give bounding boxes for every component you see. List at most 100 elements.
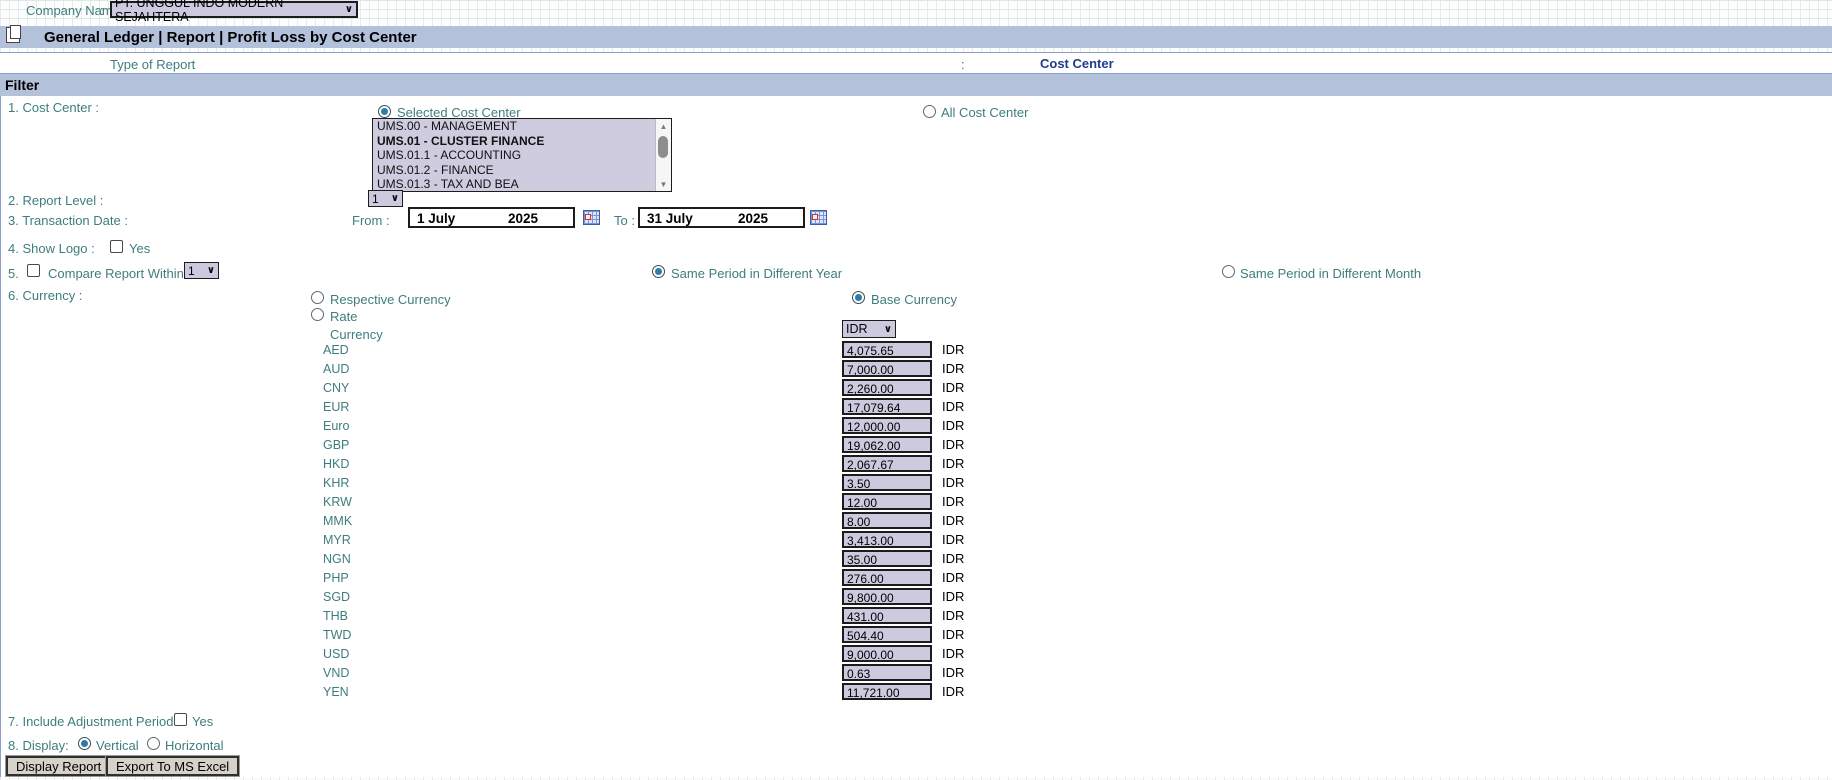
currency-code-label: PHP	[323, 571, 349, 585]
currency-code-label: KHR	[323, 476, 349, 490]
currency-rate-row: VND 0.63 IDR	[0, 663, 1100, 682]
profit-loss-report-page: Company Name : PT. UNGGUL INDO MODERN SE…	[0, 0, 1832, 780]
company-name-colon: :	[100, 3, 104, 18]
base-currency-select[interactable]: IDR ∨	[842, 320, 896, 338]
currency-code-label: CNY	[323, 381, 349, 395]
show-logo-checkbox[interactable]	[110, 240, 123, 253]
currency-code-label: YEN	[323, 685, 349, 699]
date-from-year: 2025	[508, 211, 538, 226]
currency-rate-input[interactable]: 35.00	[842, 550, 932, 567]
currency-rate-suffix: IDR	[942, 608, 964, 623]
scroll-up-icon[interactable]: ▲	[656, 119, 671, 133]
type-of-report-label: Type of Report	[110, 57, 195, 72]
rate-radio-label: Rate	[330, 309, 357, 324]
report-level-select[interactable]: 1 ∨	[368, 190, 403, 207]
filter-section-bar	[0, 74, 1832, 96]
selected-cost-center-radio[interactable]	[378, 105, 391, 118]
cost-center-option[interactable]: UMS.01.2 - FINANCE	[373, 163, 656, 178]
adjustment-checkbox[interactable]	[174, 713, 187, 726]
display-vertical-radio[interactable]	[78, 737, 91, 750]
currency-rate-suffix: IDR	[942, 380, 964, 395]
display-report-button[interactable]: Display Report	[6, 756, 111, 776]
base-currency-radio[interactable]	[852, 291, 865, 304]
currency-rate-row: THB 431.00 IDR	[0, 606, 1100, 625]
currency-code-label: MMK	[323, 514, 352, 528]
currency-rate-input[interactable]: 2,260.00	[842, 379, 932, 396]
currency-rate-input[interactable]: 19,062.00	[842, 436, 932, 453]
currency-rate-suffix: IDR	[942, 494, 964, 509]
currency-rate-input[interactable]: 504.40	[842, 626, 932, 643]
currency-rate-suffix: IDR	[942, 684, 964, 699]
compare-within-select[interactable]: 1 ∨	[184, 262, 219, 279]
display-horizontal-radio[interactable]	[147, 737, 160, 750]
currency-rate-input[interactable]: 11,721.00	[842, 683, 932, 700]
same-period-month-label: Same Period in Different Month	[1240, 266, 1421, 281]
currency-rate-row: USD 9,000.00 IDR	[0, 644, 1100, 663]
currency-rate-row: Euro 12,000.00 IDR	[0, 416, 1100, 435]
currency-rate-input[interactable]: 0.63	[842, 664, 932, 681]
chevron-down-icon: ∨	[391, 193, 399, 204]
currency-code-label: SGD	[323, 590, 350, 604]
currency-rate-input[interactable]: 3,413.00	[842, 531, 932, 548]
rate-radio[interactable]	[311, 308, 324, 321]
currency-rate-input[interactable]: 9,800.00	[842, 588, 932, 605]
currency-rate-row: TWD 504.40 IDR	[0, 625, 1100, 644]
display-vertical-label: Vertical	[96, 738, 139, 753]
currency-rate-row: MYR 3,413.00 IDR	[0, 530, 1100, 549]
cost-center-option[interactable]: UMS.01.1 - ACCOUNTING	[373, 148, 656, 163]
currency-code-label: THB	[323, 609, 348, 623]
currency-rate-suffix: IDR	[942, 532, 964, 547]
currency-rate-suffix: IDR	[942, 646, 964, 661]
same-period-month-radio[interactable]	[1222, 265, 1235, 278]
compare-checkbox[interactable]	[27, 264, 40, 277]
currency-rate-suffix: IDR	[942, 475, 964, 490]
currency-rate-input[interactable]: 12.00	[842, 493, 932, 510]
cost-center-option[interactable]: UMS.00 - MANAGEMENT	[373, 119, 656, 134]
chevron-down-icon: ∨	[345, 4, 353, 15]
type-of-report-value: Cost Center	[1040, 56, 1114, 71]
calendar-icon[interactable]	[583, 210, 600, 225]
currency-rate-input[interactable]: 8.00	[842, 512, 932, 529]
currency-rate-input[interactable]: 7,000.00	[842, 360, 932, 377]
base-currency-label: Base Currency	[871, 292, 957, 307]
currency-rate-input[interactable]: 276.00	[842, 569, 932, 586]
scroll-down-icon[interactable]: ▼	[656, 177, 671, 191]
type-of-report-row	[0, 52, 1832, 74]
cost-center-option[interactable]: UMS.01.3 - TAX AND BEA	[373, 177, 656, 191]
currency-rate-suffix: IDR	[942, 361, 964, 376]
currency-rate-row: AUD 7,000.00 IDR	[0, 359, 1100, 378]
same-period-year-radio[interactable]	[652, 265, 665, 278]
listbox-scrollbar[interactable]: ▲ ▼	[655, 119, 671, 191]
currency-rate-input[interactable]: 4,075.65	[842, 341, 932, 358]
all-cost-center-radio-label: All Cost Center	[941, 105, 1028, 120]
currency-rate-row: CNY 2,260.00 IDR	[0, 378, 1100, 397]
display-mode-label: 8. Display:	[8, 738, 69, 753]
chevron-down-icon: ∨	[207, 265, 215, 276]
company-select[interactable]: PT. UNGGUL INDO MODERN SEJAHTERA ∨	[110, 1, 358, 18]
date-to-input[interactable]: 31 July 2025	[638, 207, 805, 228]
currency-rate-row: YEN 11,721.00 IDR	[0, 682, 1100, 701]
scrollbar-thumb[interactable]	[658, 136, 668, 158]
currency-rate-row: KHR 3.50 IDR	[0, 473, 1100, 492]
respective-currency-radio[interactable]	[311, 291, 324, 304]
calendar-icon[interactable]	[810, 210, 827, 225]
cost-center-options: UMS.00 - MANAGEMENT UMS.01 - CLUSTER FIN…	[373, 119, 656, 191]
cost-center-listbox[interactable]: UMS.00 - MANAGEMENT UMS.01 - CLUSTER FIN…	[372, 118, 672, 192]
currency-rate-suffix: IDR	[942, 570, 964, 585]
currency-rate-input[interactable]: 12,000.00	[842, 417, 932, 434]
currency-rate-suffix: IDR	[942, 418, 964, 433]
currency-rate-input[interactable]: 17,079.64	[842, 398, 932, 415]
currency-rate-input[interactable]: 3.50	[842, 474, 932, 491]
date-to-year: 2025	[738, 211, 768, 226]
cost-center-option[interactable]: UMS.01 - CLUSTER FINANCE	[373, 134, 656, 149]
currency-rate-row: AED 4,075.65 IDR	[0, 340, 1100, 359]
currency-rate-suffix: IDR	[942, 399, 964, 414]
export-excel-button[interactable]: Export To MS Excel	[106, 756, 239, 776]
currency-rate-input[interactable]: 9,000.00	[842, 645, 932, 662]
currency-rate-input[interactable]: 2,067.67	[842, 455, 932, 472]
date-from-input[interactable]: 1 July 2025	[408, 207, 575, 228]
same-period-year-label: Same Period in Different Year	[671, 266, 842, 281]
currency-rate-row: HKD 2,067.67 IDR	[0, 454, 1100, 473]
all-cost-center-radio[interactable]	[923, 105, 936, 118]
currency-rate-input[interactable]: 431.00	[842, 607, 932, 624]
